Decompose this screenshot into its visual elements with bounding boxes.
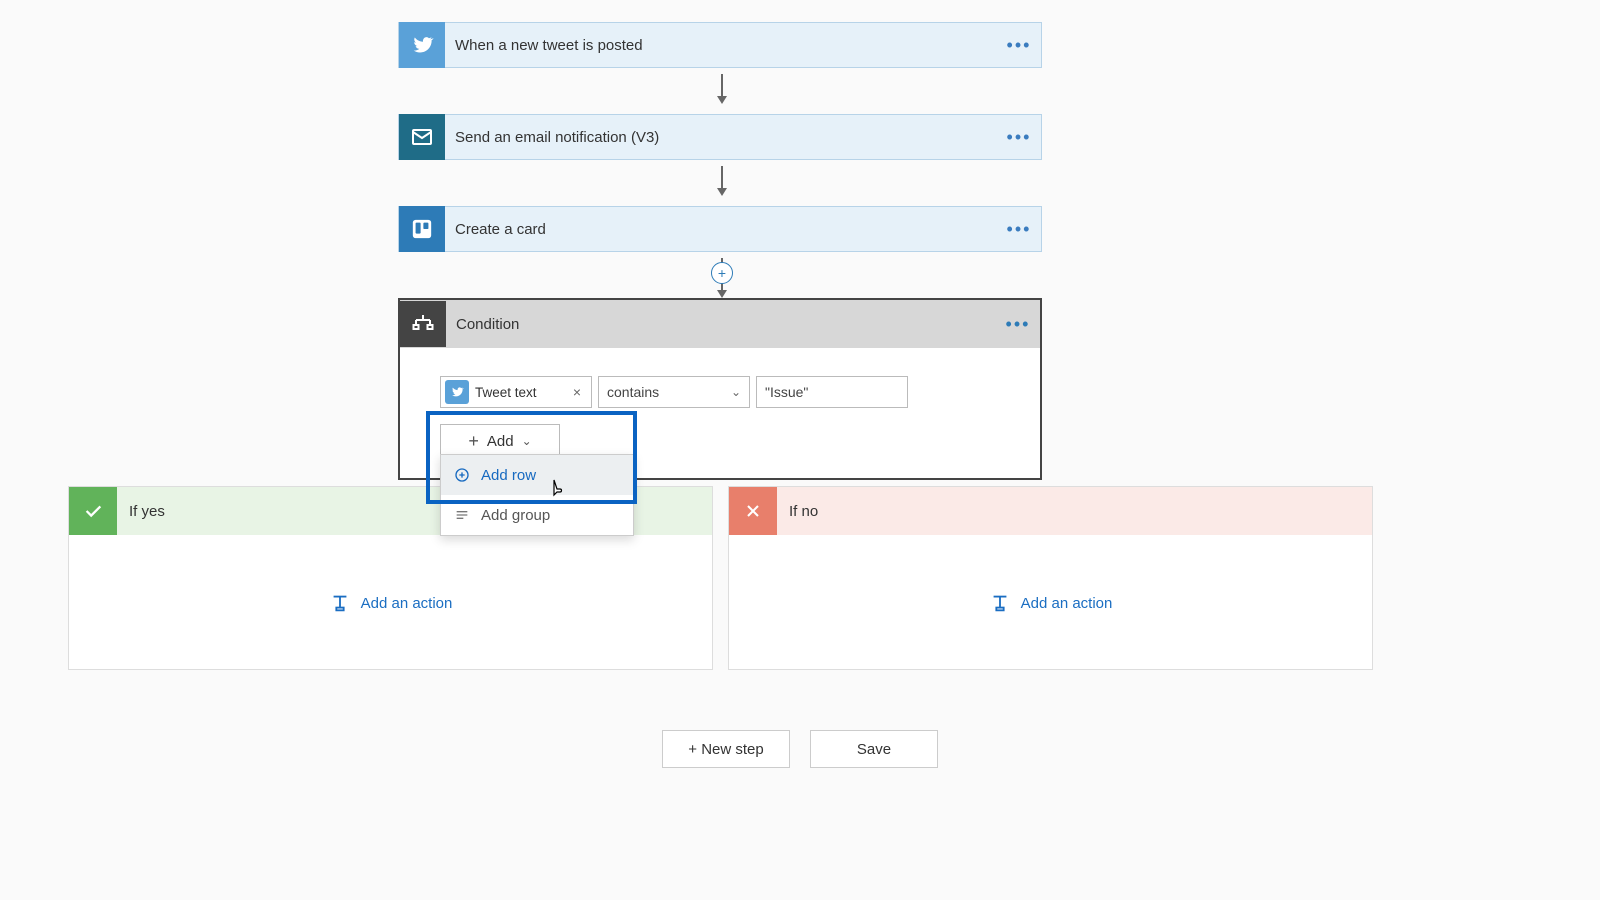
step-title: Send an email notification (V3) [445,129,1005,146]
more-icon[interactable]: ••• [1005,219,1041,240]
value-text: "Issue" [765,384,808,400]
step-title: Create a card [445,221,1005,238]
branch-yes-body: Add an action [69,535,712,671]
more-icon[interactable]: ••• [1004,314,1040,335]
flow-arrow-add[interactable]: + [715,258,729,298]
condition-operator-select[interactable]: contains ⌄ [598,376,750,408]
branch-no-header[interactable]: If no [729,487,1372,535]
branch-no-label: If no [777,503,818,520]
operator-label: contains [607,384,659,400]
twitter-icon [445,380,469,404]
save-label: Save [857,741,891,758]
plus-icon: + [468,432,479,450]
new-step-label: + New step [688,741,763,758]
flow-arrow [715,74,729,104]
add-group-icon [453,507,471,523]
add-label: Add [487,433,514,450]
condition-title: Condition [446,316,1004,333]
step-trigger-tweet[interactable]: When a new tweet is posted ••• [398,22,1042,68]
chevron-down-icon: ⌄ [522,434,532,448]
step-title: When a new tweet is posted [445,37,1005,54]
add-row-icon [453,467,471,483]
add-action-button[interactable]: Add an action [329,592,453,614]
flow-canvas: When a new tweet is posted ••• Send an e… [0,0,1600,900]
add-group-label: Add group [481,507,550,524]
add-menu: Add row Add group [440,454,634,536]
branch-no-body: Add an action [729,535,1372,671]
step-trello[interactable]: Create a card ••• [398,206,1042,252]
add-row-label: Add row [481,467,536,484]
more-icon[interactable]: ••• [1005,35,1041,56]
twitter-icon [399,22,445,68]
branch-no: If no Add an action [728,486,1373,670]
branch-yes-label: If yes [117,503,165,520]
more-icon[interactable]: ••• [1005,127,1041,148]
add-step-icon[interactable]: + [711,262,733,284]
insert-action-icon [989,592,1011,614]
add-group-item[interactable]: Add group [441,495,633,535]
condition-header[interactable]: Condition ••• [400,300,1040,348]
chevron-down-icon: ⌄ [731,385,741,399]
add-button[interactable]: + Add ⌄ [440,424,560,458]
token-label: Tweet text [475,385,569,400]
trello-icon [399,206,445,252]
check-icon [69,487,117,535]
insert-action-icon [329,592,351,614]
condition-row: Tweet text × contains ⌄ "Issue" [440,376,1000,408]
new-step-button[interactable]: + New step [662,730,790,768]
condition-left-operand[interactable]: Tweet text × [440,376,592,408]
add-row-item[interactable]: Add row [441,455,633,495]
save-button[interactable]: Save [810,730,938,768]
condition-icon [400,301,446,347]
close-icon [729,487,777,535]
condition-right-value[interactable]: "Issue" [756,376,908,408]
add-action-label: Add an action [361,595,453,612]
step-email[interactable]: Send an email notification (V3) ••• [398,114,1042,160]
mail-icon [399,114,445,160]
remove-token-icon[interactable]: × [569,384,585,400]
footer: + New step Save [0,730,1600,768]
add-action-label: Add an action [1021,595,1113,612]
add-action-button[interactable]: Add an action [989,592,1113,614]
flow-arrow [715,166,729,196]
condition-block: Condition ••• Tweet text × contains ⌄ "I… [398,298,1042,480]
